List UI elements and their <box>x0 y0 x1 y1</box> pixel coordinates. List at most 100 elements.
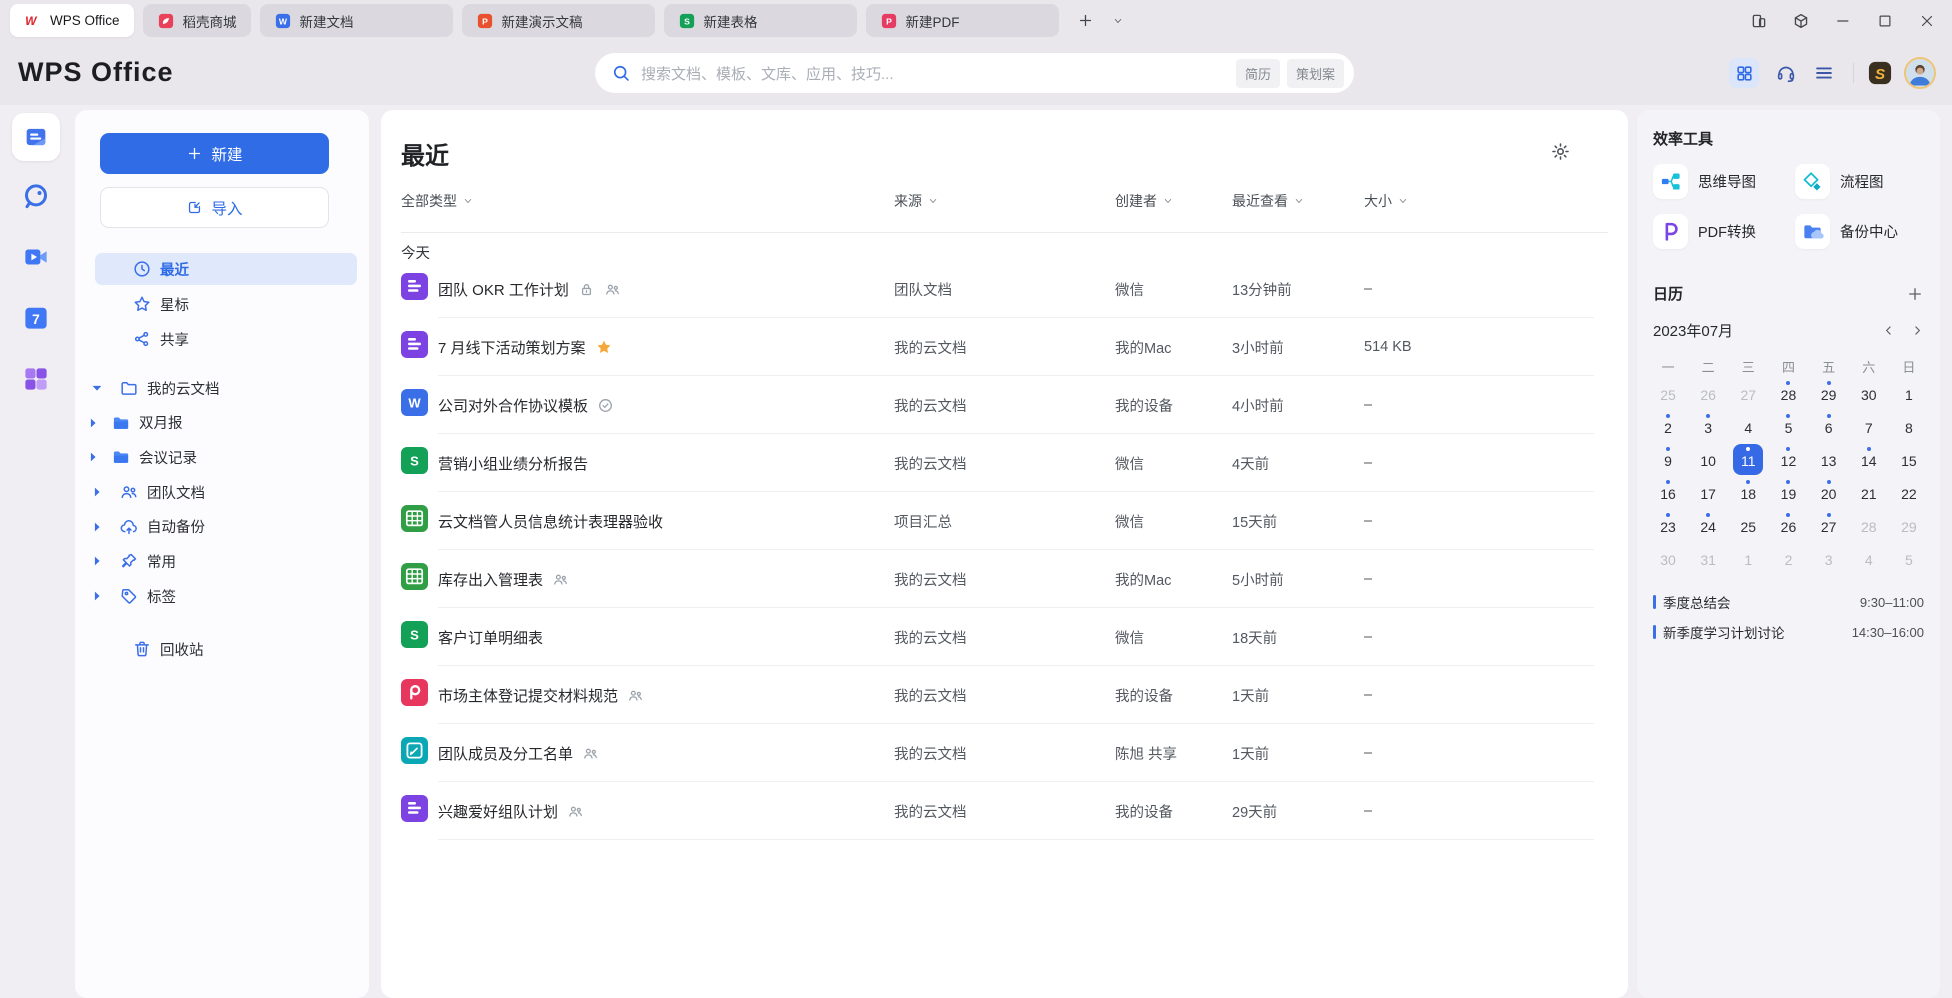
calendar-event[interactable]: 新季度学习计划讨论14:30–16:00 <box>1653 617 1924 647</box>
calendar-day[interactable]: 29 <box>1894 510 1924 541</box>
calendar-day[interactable]: 5 <box>1894 543 1924 574</box>
calendar-day[interactable]: 25 <box>1733 510 1763 541</box>
calendar-day[interactable]: 3 <box>1693 411 1723 442</box>
minimize-button[interactable] <box>1834 12 1852 30</box>
app-tab-2[interactable]: W新建文档 <box>260 4 453 37</box>
calendar-day[interactable]: 1 <box>1733 543 1763 574</box>
sidebar-tree-item-我的云文档[interactable]: 我的云文档 <box>75 372 369 404</box>
calendar-day[interactable]: 2 <box>1653 411 1683 442</box>
file-row[interactable]: W公司对外合作协议模板我的云文档我的设备4小时前– <box>401 376 1608 434</box>
member-badge-icon[interactable]: S <box>1866 59 1894 87</box>
calendar-day[interactable]: 1 <box>1894 378 1924 409</box>
filter-大小[interactable]: 大小 <box>1364 191 1608 211</box>
calendar-day[interactable]: 13 <box>1814 444 1844 475</box>
calendar-day-selected[interactable]: 11 <box>1733 444 1763 475</box>
tool-流程图[interactable]: 流程图 <box>1795 164 1924 199</box>
rail-item-documents[interactable] <box>12 113 60 161</box>
sidebar-tree-item-常用[interactable]: 常用 <box>75 545 369 577</box>
app-tab-5[interactable]: P新建PDF <box>866 4 1059 37</box>
app-tab-0[interactable]: WWPS Office <box>10 4 134 37</box>
calendar-day[interactable]: 18 <box>1733 477 1763 508</box>
gear-icon[interactable] <box>1550 141 1571 162</box>
calendar-day[interactable]: 7 <box>1854 411 1884 442</box>
calendar-day[interactable]: 16 <box>1653 477 1683 508</box>
calendar-day[interactable]: 19 <box>1773 477 1803 508</box>
filter-创建者[interactable]: 创建者 <box>1115 191 1232 211</box>
sidebar-item-星标[interactable]: 星标 <box>95 288 357 320</box>
rail-item-meeting[interactable] <box>21 242 51 272</box>
calendar-day[interactable]: 14 <box>1854 444 1884 475</box>
app-tab-3[interactable]: P新建演示文稿 <box>462 4 655 37</box>
calendar-day[interactable]: 5 <box>1773 411 1803 442</box>
sidebar-tree-item-会议记录[interactable]: 会议记录 <box>75 441 369 473</box>
calendar-day[interactable]: 20 <box>1814 477 1844 508</box>
calendar-day[interactable]: 26 <box>1773 510 1803 541</box>
calendar-day[interactable]: 3 <box>1814 543 1844 574</box>
file-row[interactable]: 团队成员及分工名单我的云文档陈旭 共享1天前– <box>401 724 1608 782</box>
calendar-day[interactable]: 27 <box>1814 510 1844 541</box>
calendar-day[interactable]: 30 <box>1854 378 1884 409</box>
user-avatar[interactable] <box>1904 57 1936 89</box>
calendar-day[interactable]: 8 <box>1894 411 1924 442</box>
calendar-day[interactable]: 29 <box>1814 378 1844 409</box>
tool-思维导图[interactable]: 思维导图 <box>1653 164 1795 199</box>
file-row[interactable]: 市场主体登记提交材料规范我的云文档我的设备1天前– <box>401 666 1608 724</box>
new-tab-button[interactable] <box>1072 7 1100 35</box>
file-row[interactable]: 云文档管人员信息统计表理器验收项目汇总微信15天前– <box>401 492 1608 550</box>
next-month-button[interactable] <box>1911 324 1924 337</box>
calendar-day[interactable]: 28 <box>1854 510 1884 541</box>
calendar-day[interactable]: 26 <box>1693 378 1723 409</box>
calendar-day[interactable]: 10 <box>1693 444 1723 475</box>
calendar-day[interactable]: 21 <box>1854 477 1884 508</box>
calendar-day[interactable]: 2 <box>1773 543 1803 574</box>
close-button[interactable] <box>1918 12 1936 30</box>
filter-来源[interactable]: 来源 <box>894 191 1115 211</box>
workspace-icon[interactable] <box>1792 12 1810 30</box>
file-row[interactable]: S客户订单明细表我的云文档微信18天前– <box>401 608 1608 666</box>
calendar-day[interactable]: 27 <box>1733 378 1763 409</box>
sidebar-tree-item-自动备份[interactable]: 自动备份 <box>75 511 369 543</box>
tab-list-dropdown[interactable] <box>1104 7 1132 35</box>
calendar-day[interactable]: 24 <box>1693 510 1723 541</box>
rail-item-calendar[interactable]: 7 <box>21 303 51 333</box>
support-button[interactable] <box>1773 60 1799 86</box>
calendar-day[interactable]: 4 <box>1854 543 1884 574</box>
file-row[interactable]: 兴趣爱好组队计划我的云文档我的设备29天前– <box>401 782 1608 840</box>
prev-month-button[interactable] <box>1882 324 1895 337</box>
sidebar-item-最近[interactable]: 最近 <box>95 253 357 285</box>
calendar-day[interactable]: 22 <box>1894 477 1924 508</box>
import-button[interactable]: 导入 <box>100 187 329 228</box>
file-row[interactable]: 7 月线下活动策划方案我的云文档我的Mac3小时前514 KB <box>401 318 1608 376</box>
calendar-day[interactable]: 15 <box>1894 444 1924 475</box>
sidebar-tree-item-标签[interactable]: 标签 <box>75 580 369 612</box>
filter-最近查看[interactable]: 最近查看 <box>1232 191 1364 211</box>
search-bar[interactable]: 搜索文档、模板、文库、应用、技巧... 简历策划案 <box>595 53 1354 93</box>
calendar-day[interactable]: 17 <box>1693 477 1723 508</box>
calendar-event[interactable]: 季度总结会9:30–11:00 <box>1653 587 1924 617</box>
rail-item-apps[interactable] <box>21 364 51 394</box>
calendar-day[interactable]: 31 <box>1693 543 1723 574</box>
calendar-day[interactable]: 30 <box>1653 543 1683 574</box>
calendar-day[interactable]: 23 <box>1653 510 1683 541</box>
apps-grid-button[interactable] <box>1729 58 1759 88</box>
menu-button[interactable] <box>1811 60 1837 86</box>
calendar-day[interactable]: 25 <box>1653 378 1683 409</box>
file-row[interactable]: 库存出入管理表我的云文档我的Mac5小时前– <box>401 550 1608 608</box>
calendar-day[interactable]: 9 <box>1653 444 1683 475</box>
sidebar-tree-item-双月报[interactable]: 双月报 <box>75 407 369 439</box>
calendar-day[interactable]: 12 <box>1773 444 1803 475</box>
sidebar-item-共享[interactable]: 共享 <box>95 323 357 355</box>
add-event-button[interactable] <box>1906 285 1924 303</box>
sidebar-item-trash[interactable]: 回收站 <box>75 633 369 665</box>
calendar-day[interactable]: 28 <box>1773 378 1803 409</box>
calendar-day[interactable]: 6 <box>1814 411 1844 442</box>
file-row[interactable]: 团队 OKR 工作计划团队文档微信13分钟前– <box>401 260 1608 318</box>
rail-item-assistant[interactable] <box>21 181 51 211</box>
tool-PDF转换[interactable]: PDF转换 <box>1653 214 1795 249</box>
search-tag-chip[interactable]: 策划案 <box>1287 59 1344 88</box>
tool-备份中心[interactable]: 备份中心 <box>1795 214 1924 249</box>
filter-全部类型[interactable]: 全部类型 <box>401 191 894 211</box>
app-tab-1[interactable]: 稻壳商城 <box>143 4 251 37</box>
maximize-button[interactable] <box>1876 12 1894 30</box>
sidebar-tree-item-团队文档[interactable]: 团队文档 <box>75 476 369 508</box>
